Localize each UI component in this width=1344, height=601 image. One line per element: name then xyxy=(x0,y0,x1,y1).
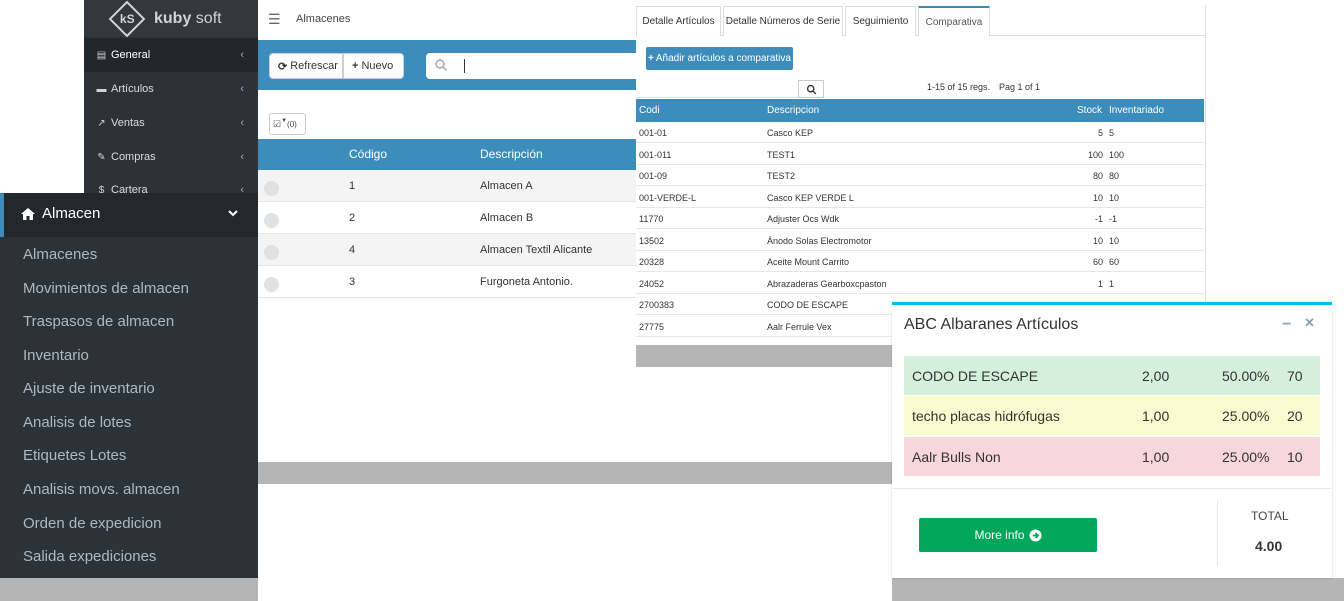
almacen-menu-header[interactable] xyxy=(0,193,258,237)
widget-title: ABC Albaranes Artículos xyxy=(904,316,1079,333)
menu-item-traspasos[interactable]: Traspasos de almacen xyxy=(23,313,174,330)
search-icon xyxy=(435,59,448,72)
page-indicator: Pag 1 of 1 xyxy=(999,82,1041,92)
shadow-band xyxy=(258,462,894,484)
menu-item-etiquetes-lotes[interactable]: Etiquetes Lotes xyxy=(23,447,126,464)
new-button[interactable]: + Nuevo xyxy=(343,53,404,79)
menu-item-salida-expediciones[interactable]: Salida expediciones xyxy=(23,548,156,565)
records-count: 1-15 of 15 regs. xyxy=(927,82,991,92)
menu-item-movimientos[interactable]: Movimientos de almacen xyxy=(23,280,189,297)
sidebar-item-ventas[interactable]: ↗ Ventas ‹ xyxy=(84,106,258,140)
almacenes-table-header xyxy=(258,139,638,170)
brand-name: kuby soft xyxy=(154,9,222,27)
shadow-band xyxy=(892,578,1344,601)
tab-detalle-numeros-serie[interactable]: Detalle Números de Serie xyxy=(723,6,843,36)
home-icon xyxy=(21,208,35,220)
tab-comparativa[interactable]: Comparativa xyxy=(918,6,990,36)
chevron-down-icon xyxy=(228,210,238,217)
menu-item-orden-expedicion[interactable]: Orden de expedicion xyxy=(23,515,161,532)
shadow-band xyxy=(0,578,258,601)
plus-icon: + xyxy=(352,60,359,72)
column-header-codi[interactable]: Codi xyxy=(639,105,660,116)
column-header-descripcion[interactable]: Descripción xyxy=(480,147,543,161)
text-caret xyxy=(464,59,465,73)
table-row[interactable]: 001-011 TEST1 100 100 xyxy=(636,144,1204,166)
logo-mark: kS xyxy=(108,0,146,37)
divider xyxy=(893,488,1331,489)
table-row[interactable]: 13502 Ánodo Solas Electromotor 10 10 xyxy=(636,230,1204,252)
abc-row: CODO DE ESCAPE 2,00 50.00% 70 xyxy=(904,356,1320,395)
table-row[interactable]: 20328 Aceite Mount Carrito 60 60 xyxy=(636,251,1204,273)
chevron-left-icon: ‹ xyxy=(240,49,244,61)
checkbox-icon: ☑ xyxy=(273,118,282,129)
arrow-circle-right-icon xyxy=(1028,528,1042,542)
more-info-button[interactable]: More info xyxy=(919,518,1097,552)
sidebar-item-label: Ventas xyxy=(111,117,145,129)
search-icon xyxy=(806,84,816,94)
refresh-icon: ⟳ xyxy=(278,60,288,73)
sidebar-item-label: Artículos xyxy=(111,83,154,95)
table-row[interactable]: 2 Almacen B xyxy=(258,202,638,234)
column-header-stock[interactable]: Stock xyxy=(1077,105,1102,116)
chevron-left-icon: ‹ xyxy=(240,83,244,95)
table-row[interactable]: 1 Almacen A xyxy=(258,170,638,202)
row-radio[interactable] xyxy=(264,213,279,228)
table-row[interactable]: 4 Almacen Textil Alicante xyxy=(258,234,638,266)
page-title: Almacenes xyxy=(296,13,351,25)
sidebar-item-label: Compras xyxy=(111,151,156,163)
archive-icon: ▬ xyxy=(96,83,107,95)
table-row[interactable]: 001-VERDE-L Casco KEP VERDE L 10 10 xyxy=(636,187,1204,209)
table-row[interactable]: 3 Furgoneta Antonio. xyxy=(258,266,638,298)
menu-item-inventario[interactable]: Inventario xyxy=(23,347,89,364)
sidebar-item-compras[interactable]: ✎ Compras ‹ xyxy=(84,140,258,174)
search-input[interactable] xyxy=(426,53,638,79)
total-value: 4.00 xyxy=(1255,538,1283,554)
close-icon[interactable]: ✕ xyxy=(1304,315,1316,330)
edit-icon: ✎ xyxy=(97,151,106,163)
divider xyxy=(1217,500,1218,566)
comparativa-search-input[interactable] xyxy=(636,80,798,98)
table-row[interactable]: 001-01 Casco KEP 5 5 xyxy=(636,122,1204,144)
tab-detalle-articulos[interactable]: Detalle Artículos xyxy=(636,6,721,36)
minimize-icon[interactable]: − xyxy=(1282,316,1294,333)
sidebar-item-general[interactable]: ▤ General ‹ xyxy=(84,38,258,72)
menu-item-ajuste-inventario[interactable]: Ajuste de inventario xyxy=(23,380,155,397)
abc-row: techo placas hidrófugas 1,00 25.00% 20 xyxy=(904,396,1320,435)
almacen-menu-title: Almacen xyxy=(42,205,101,222)
id-card-icon: ▤ xyxy=(96,49,107,61)
plus-icon: + xyxy=(648,53,654,64)
menu-item-analisis-lotes[interactable]: Analisis de lotes xyxy=(23,414,131,431)
chevron-left-icon: ‹ xyxy=(240,151,244,163)
row-radio[interactable] xyxy=(264,277,279,292)
column-header-codigo[interactable]: Código xyxy=(349,147,387,161)
sidebar-item-articulos[interactable]: ▬ Artículos ‹ xyxy=(84,72,258,106)
abc-row: Aalr Bulls Non 1,00 25.00% 10 xyxy=(904,437,1320,476)
table-row[interactable]: 11770 Adjuster Ocs Wdk -1 -1 xyxy=(636,208,1204,230)
select-all-dropdown[interactable]: ☑ ▼ (0) xyxy=(269,113,306,135)
hamburger-icon[interactable]: ☰ xyxy=(268,11,281,28)
column-header-descripcion[interactable]: Descripcion xyxy=(767,105,819,116)
chevron-left-icon: ‹ xyxy=(240,117,244,129)
table-row[interactable]: 001-09 TEST2 80 80 xyxy=(636,165,1204,187)
brand-logo[interactable]: kS kuby soft xyxy=(84,0,258,37)
sidebar-item-label: General xyxy=(111,49,151,61)
add-to-comparativa-button[interactable]: + Añadir artículos a comparativa xyxy=(646,47,793,70)
table-row[interactable]: 24052 Abrazaderas Gearboxcpaston 1 1 xyxy=(636,273,1204,295)
menu-item-analisis-movs[interactable]: Analisis movs. almacen xyxy=(23,481,180,498)
shadow-band xyxy=(636,345,894,367)
row-radio[interactable] xyxy=(264,181,279,196)
refresh-button[interactable]: ⟳ Refrescar xyxy=(269,53,343,79)
external-link-icon: ↗ xyxy=(97,117,106,129)
total-label: TOTAL xyxy=(1251,509,1289,523)
row-radio[interactable] xyxy=(264,245,279,260)
column-header-inventariado[interactable]: Inventariado xyxy=(1109,105,1164,116)
menu-item-almacenes[interactable]: Almacenes xyxy=(23,246,97,263)
comparativa-search-button[interactable] xyxy=(798,80,824,98)
tab-seguimiento[interactable]: Seguimiento xyxy=(845,6,916,36)
